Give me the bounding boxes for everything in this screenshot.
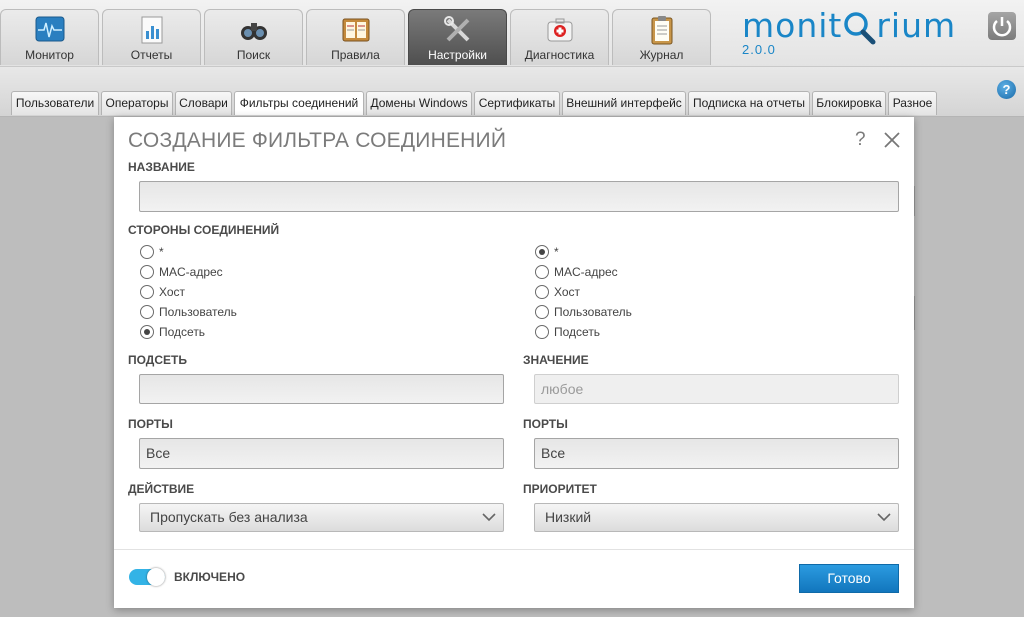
action-label: ДЕЙСТВИЕ — [128, 482, 195, 496]
tab-settings[interactable]: Настройки — [408, 9, 507, 65]
tab-reports-label: Отчеты — [130, 48, 173, 62]
clipboard-icon — [651, 16, 672, 45]
radio-button-selected[interactable] — [140, 325, 154, 339]
radio-button[interactable] — [140, 265, 154, 279]
dialog-title: СОЗДАНИЕ ФИЛЬТРА СОЕДИНЕНИЙ — [128, 129, 507, 152]
connection-sides-label: СТОРОНЫ СОЕДИНЕНИЙ — [128, 223, 280, 237]
tab-rules[interactable]: Правила — [306, 9, 405, 65]
monitorium-logo: monit rium — [742, 6, 956, 45]
radio-label: * — [554, 245, 559, 259]
radio-label: Подсеть — [159, 325, 206, 339]
tools-icon — [443, 16, 469, 42]
ports-b-field[interactable]: Все — [534, 438, 899, 469]
subnet-field[interactable] — [139, 374, 504, 404]
radio-button[interactable] — [140, 245, 154, 259]
priority-select-value: Низкий — [545, 509, 592, 525]
subtab-certificates[interactable]: Сертификаты — [474, 91, 560, 115]
dialog-footer-divider — [114, 549, 914, 550]
chevron-down-icon — [482, 513, 496, 522]
priority-select[interactable]: Низкий — [534, 503, 899, 532]
radio-label: MAC-адрес — [159, 265, 223, 279]
radio-label: Хост — [554, 285, 581, 299]
reports-icon — [141, 16, 162, 44]
radio-label: * — [159, 245, 164, 259]
monitor-icon — [35, 16, 64, 42]
help-icon[interactable]: ? — [997, 80, 1016, 99]
ports-b-label: ПОРТЫ — [523, 417, 568, 431]
priority-label: ПРИОРИТЕТ — [523, 482, 597, 496]
close-icon[interactable] — [881, 129, 903, 151]
subnet-label: ПОДСЕТЬ — [128, 353, 187, 367]
subtab-users[interactable]: Пользователи — [11, 91, 99, 115]
logout-button[interactable] — [988, 12, 1016, 40]
radio-button[interactable] — [140, 285, 154, 299]
radio-button[interactable] — [535, 305, 549, 319]
radio-label: Пользователь — [159, 305, 237, 319]
binoculars-icon — [240, 23, 267, 40]
first-aid-icon — [547, 18, 572, 42]
tab-monitor-label: Монитор — [25, 48, 74, 62]
subtab-connection-filters[interactable]: Фильтры соединений — [234, 91, 364, 115]
done-button[interactable]: Готово — [799, 564, 899, 593]
tab-diagnostics[interactable]: Диагностика — [510, 9, 609, 65]
tab-rules-label: Правила — [331, 48, 380, 62]
action-select[interactable]: Пропускать без анализа — [139, 503, 504, 532]
radio-button[interactable] — [535, 325, 549, 339]
radio-button[interactable] — [140, 305, 154, 319]
subtab-dictionaries[interactable]: Словари — [175, 91, 232, 115]
tab-search-label: Поиск — [236, 48, 271, 62]
toggle-knob — [147, 568, 165, 586]
ports-a-label: ПОРТЫ — [128, 417, 173, 431]
tab-settings-label: Настройки — [428, 48, 487, 62]
radio-label: MAC-адрес — [554, 265, 618, 279]
logo-text-post: rium — [876, 6, 957, 45]
create-connection-filter-dialog: СОЗДАНИЕ ФИЛЬТРА СОЕДИНЕНИЙ ? НАЗВАНИЕ С… — [114, 117, 914, 608]
tab-diagnostics-label: Диагностика — [524, 48, 595, 62]
name-label: НАЗВАНИЕ — [128, 160, 195, 174]
subtab-misc[interactable]: Разное — [888, 91, 937, 115]
radio-label: Подсеть — [554, 325, 601, 339]
top-navigation: Монитор Отчеты Поиск Правила Настройки Д… — [0, 0, 1024, 67]
value-field: любое — [534, 374, 899, 404]
tab-monitor[interactable]: Монитор — [0, 9, 99, 65]
name-field[interactable] — [139, 181, 899, 212]
rules-book-icon — [342, 18, 369, 42]
power-icon — [992, 17, 1012, 37]
radio-button[interactable] — [535, 265, 549, 279]
tab-reports[interactable]: Отчеты — [102, 9, 201, 65]
tab-search[interactable]: Поиск — [204, 9, 303, 65]
enabled-label: ВКЛЮЧЕНО — [174, 570, 246, 584]
version-label: 2.0.0 — [742, 42, 776, 57]
radio-label: Пользователь — [554, 305, 632, 319]
value-label: ЗНАЧЕНИЕ — [523, 353, 589, 367]
tab-journal-label: Журнал — [639, 48, 684, 62]
radio-button-selected[interactable] — [535, 245, 549, 259]
dialog-help-button[interactable]: ? — [855, 129, 866, 151]
radio-button[interactable] — [535, 285, 549, 299]
ports-a-field[interactable]: Все — [139, 438, 504, 469]
tab-journal[interactable]: Журнал — [612, 9, 711, 65]
subtab-external-interface[interactable]: Внешний интерфейс — [562, 91, 686, 115]
chevron-down-icon — [877, 513, 891, 522]
action-select-value: Пропускать без анализа — [150, 509, 308, 525]
subtab-blocking[interactable]: Блокировка — [812, 91, 886, 115]
settings-subtabs: Пользователи Операторы Словари Фильтры с… — [0, 67, 1024, 117]
subtab-report-subscription[interactable]: Подписка на отчеты — [688, 91, 810, 115]
subtab-windows-domains[interactable]: Домены Windows — [366, 91, 472, 115]
logo-text-pre: monit — [742, 6, 843, 45]
magnifier-logo-icon — [842, 6, 876, 45]
subtab-operators[interactable]: Операторы — [101, 91, 173, 115]
enabled-toggle[interactable] — [129, 568, 165, 586]
radio-label: Хост — [159, 285, 186, 299]
